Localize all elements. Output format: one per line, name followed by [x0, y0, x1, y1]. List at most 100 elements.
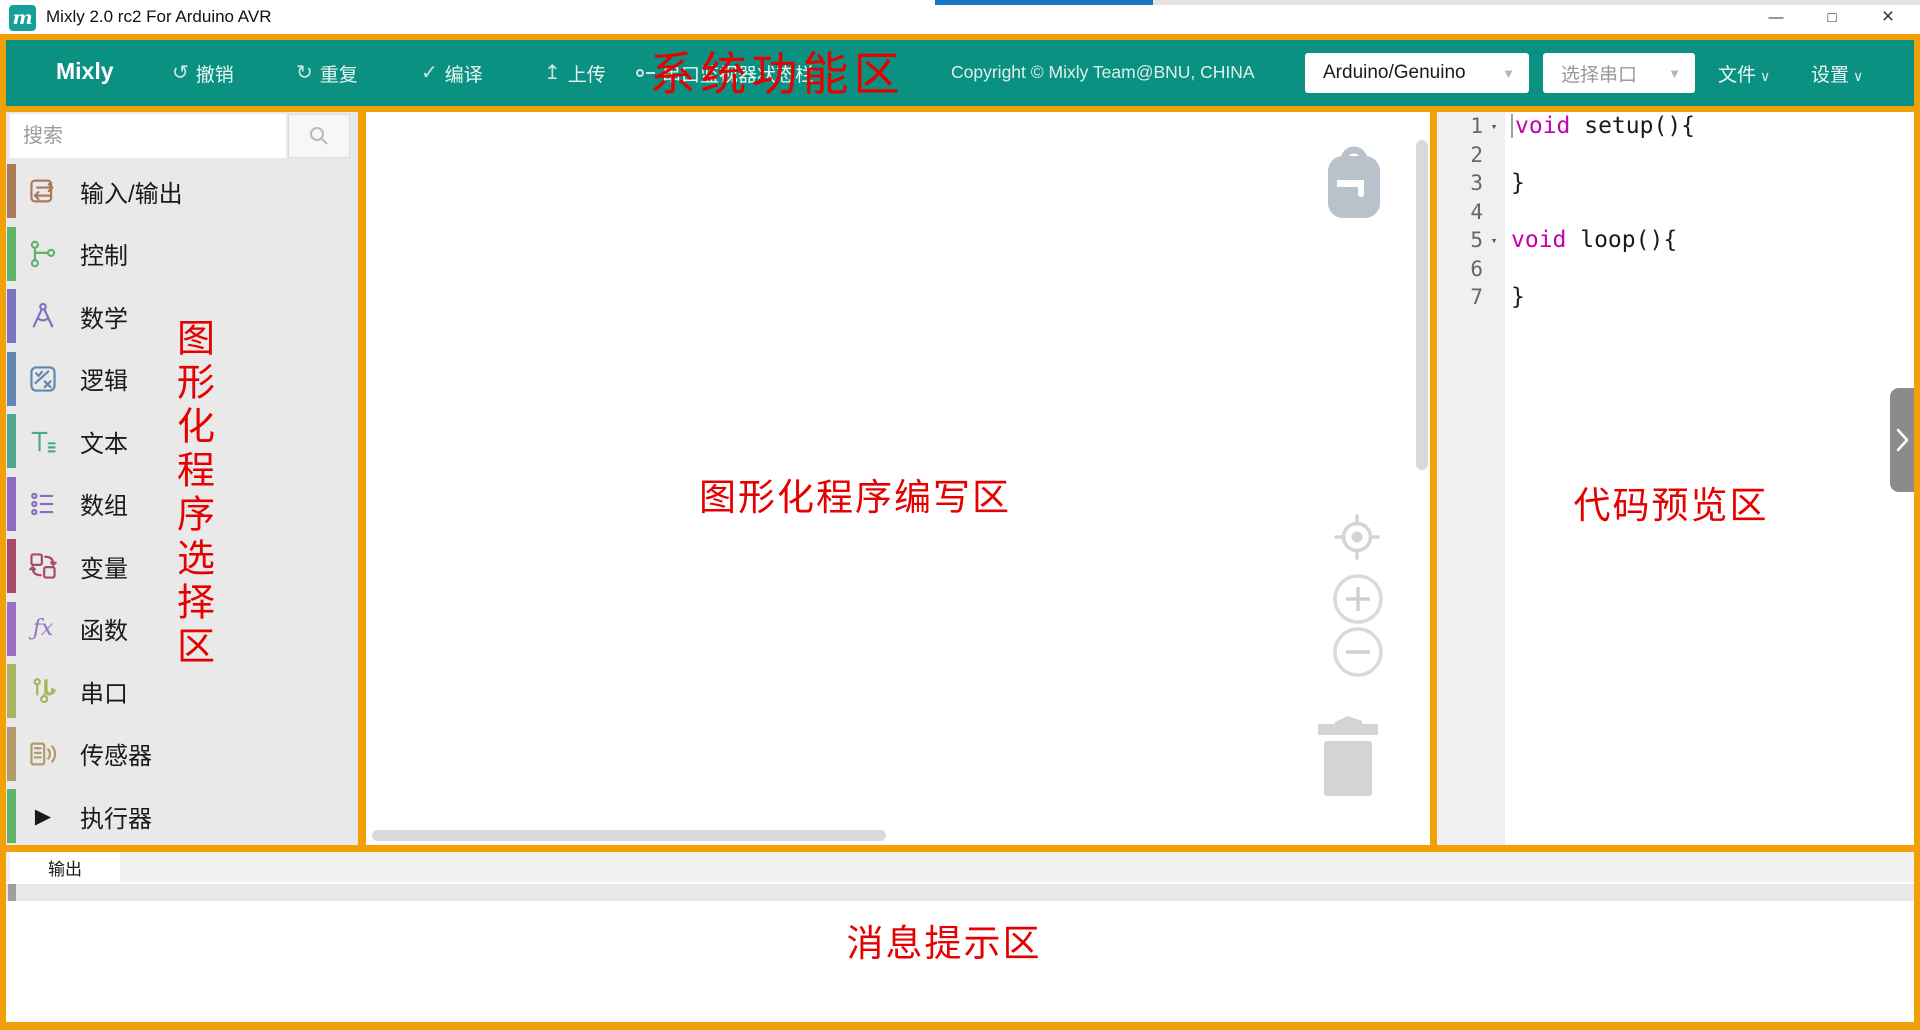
category-color-strip	[7, 227, 16, 281]
undo-label: 撤销	[196, 60, 234, 87]
title-bar: m Mixly 2.0 rc2 For Arduino AVR — □ ×	[0, 0, 1920, 34]
category-label: 控制	[80, 236, 128, 271]
sensor-icon	[28, 739, 58, 769]
fold-arrow-icon[interactable]: ▾	[1483, 234, 1505, 247]
variable-swap-icon	[28, 551, 58, 581]
category-color-strip	[7, 352, 16, 406]
port-select[interactable]: 选择串口 ▼	[1543, 53, 1695, 93]
brand-label[interactable]: Mixly	[56, 58, 114, 85]
logic-check-cross-icon	[28, 364, 58, 394]
code-line: 3 }	[1437, 169, 1914, 198]
file-menu[interactable]: 文件∨	[1718, 60, 1770, 87]
serial-label: 串口监视器状态栏	[662, 60, 814, 87]
settings-chevron-icon: ∨	[1853, 68, 1863, 84]
backpack-icon[interactable]	[1322, 142, 1386, 220]
panel-expander-tab[interactable]	[1890, 388, 1914, 492]
sidebar-item-logic[interactable]: 逻辑	[6, 348, 358, 411]
mixly-logo-icon: m	[9, 5, 36, 31]
sidebar-item-control[interactable]: 控制	[6, 223, 358, 286]
fold-arrow-icon[interactable]: ▾	[1483, 120, 1505, 133]
output-tab-bar: 输出	[6, 852, 1914, 882]
category-color-strip	[7, 289, 16, 343]
category-label: 传感器	[80, 736, 152, 771]
redo-icon: ↻	[296, 63, 313, 83]
undo-button[interactable]: ↺ 撤销	[172, 40, 234, 106]
control-branch-icon	[28, 239, 58, 269]
math-compass-icon	[28, 301, 58, 331]
close-button[interactable]: ×	[1860, 0, 1916, 34]
compile-button[interactable]: ✓ 编译	[421, 40, 483, 106]
board-select[interactable]: Arduino/Genuino ▼	[1305, 53, 1529, 93]
category-label: 变量	[80, 549, 128, 584]
upload-icon: ↥	[544, 63, 561, 83]
sidebar-item-io[interactable]: 输入/输出	[6, 160, 358, 223]
sidebar-item-actuator[interactable]: ▶ 执行器	[6, 785, 358, 848]
redo-button[interactable]: ↻ 重复	[296, 40, 358, 106]
redo-label: 重复	[320, 60, 358, 87]
output-scrollbar-thumb[interactable]	[8, 884, 16, 901]
code-line: 7 }	[1437, 283, 1914, 312]
undo-icon: ↺	[172, 63, 189, 83]
zoom-out-icon[interactable]	[1332, 626, 1384, 678]
text-caret	[1511, 114, 1513, 138]
blocks-canvas[interactable]	[366, 112, 1430, 845]
array-list-icon	[28, 489, 58, 519]
output-scrollbar-track[interactable]	[6, 884, 1914, 901]
sidebar-item-serial[interactable]: 串口	[6, 660, 358, 723]
sidebar-item-variable[interactable]: 变量	[6, 535, 358, 598]
sidebar-item-array[interactable]: 数组	[6, 473, 358, 536]
upload-button[interactable]: ↥ 上传	[544, 40, 606, 106]
code-line: 1 ▾ void setup(){	[1437, 112, 1914, 141]
io-icon	[28, 176, 58, 206]
trash-icon[interactable]	[1315, 708, 1381, 798]
sidebar-item-math[interactable]: 数学	[6, 285, 358, 348]
zoom-in-icon[interactable]	[1332, 573, 1384, 625]
compile-check-icon: ✓	[421, 63, 438, 83]
serial-plug-icon	[28, 676, 58, 706]
category-label: 串口	[80, 674, 128, 709]
category-label: 数学	[80, 299, 128, 334]
recenter-icon[interactable]	[1334, 514, 1380, 560]
sidebar-item-sensor[interactable]: 传感器	[6, 723, 358, 786]
maximize-button[interactable]: □	[1804, 0, 1860, 34]
board-select-value: Arduino/Genuino	[1323, 62, 1466, 84]
code-line: 2	[1437, 141, 1914, 170]
sidebar-item-text[interactable]: 文本	[6, 410, 358, 473]
function-fx-icon: ƒx	[28, 614, 58, 644]
category-color-strip	[7, 414, 16, 468]
top-accent-strip	[935, 0, 1153, 5]
sidebar-item-function[interactable]: ƒx 函数	[6, 598, 358, 661]
code-preview-panel: 1 ▾ void setup(){ 2 3 } 4 5 ▾ void loop(…	[1437, 112, 1914, 845]
category-label: 函数	[80, 611, 128, 646]
category-label: 执行器	[80, 799, 152, 834]
compile-label: 编译	[445, 60, 483, 87]
category-color-strip	[7, 477, 16, 531]
search-icon	[307, 124, 331, 148]
search-input[interactable]	[10, 114, 286, 158]
category-label: 逻辑	[80, 361, 128, 396]
category-color-strip	[7, 727, 16, 781]
actuator-play-icon: ▶	[28, 801, 58, 831]
code-line: 5 ▾ void loop(){	[1437, 226, 1914, 255]
port-caret-icon: ▼	[1668, 66, 1681, 81]
category-color-strip	[7, 164, 16, 218]
text-icon	[28, 426, 58, 456]
file-chevron-icon: ∨	[1760, 68, 1770, 84]
tab-output[interactable]: 输出	[10, 852, 120, 882]
settings-menu[interactable]: 设置∨	[1811, 60, 1863, 87]
serial-monitor-button[interactable]: 串口监视器状态栏	[636, 40, 814, 106]
category-label: 文本	[80, 424, 128, 459]
category-list: 输入/输出 控制 数学 逻辑	[6, 160, 358, 848]
category-color-strip	[7, 602, 16, 656]
category-label: 输入/输出	[80, 174, 183, 209]
canvas-horizontal-scrollbar[interactable]	[372, 830, 886, 841]
category-label: 数组	[80, 486, 128, 521]
minimize-button[interactable]: —	[1748, 0, 1804, 34]
search-button[interactable]	[288, 114, 350, 158]
port-select-value: 选择串口	[1561, 60, 1637, 87]
category-color-strip	[7, 539, 16, 593]
canvas-vertical-scrollbar[interactable]	[1416, 140, 1428, 470]
category-color-strip	[7, 789, 16, 843]
board-caret-icon: ▼	[1502, 66, 1515, 81]
copyright-text: Copyright © Mixly Team@BNU, CHINA	[951, 62, 1255, 83]
